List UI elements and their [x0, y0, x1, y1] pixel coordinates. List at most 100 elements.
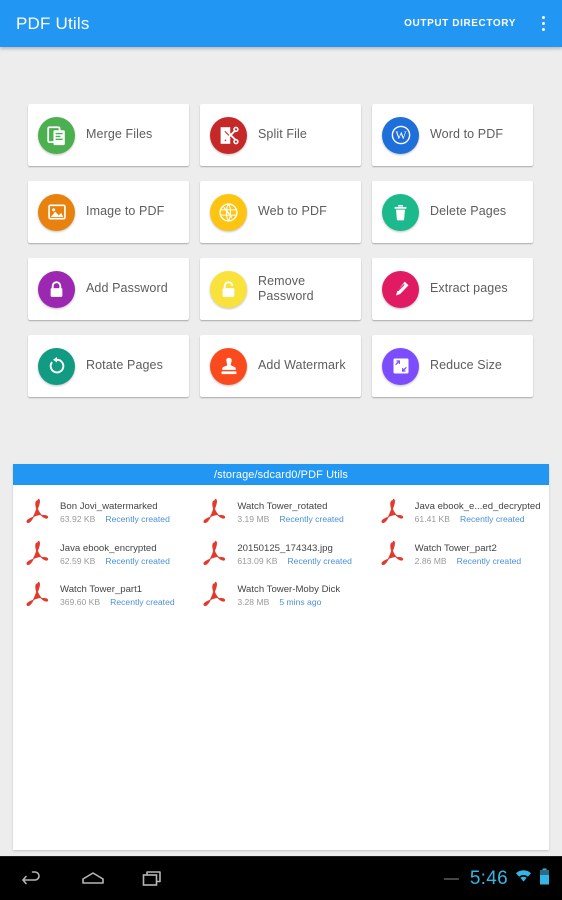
file-subline: 613.09 KB Recently created — [237, 556, 352, 568]
file-timestamp: Recently created — [287, 555, 352, 566]
wifi-icon — [515, 869, 532, 888]
file-details: Java ebook_e...ed_decrypted 61.41 KB Recen… — [415, 496, 541, 526]
tool-card-label: Delete Pages — [430, 204, 507, 219]
file-size: 61.41 KB — [414, 514, 451, 524]
file-name: Java ebook_encrypted — [60, 542, 157, 554]
pdf-file-icon — [25, 497, 51, 524]
file-list-item[interactable]: Bon Jovi_watermarked 63.92 KB Recently cre… — [15, 491, 192, 531]
file-name: Java ebook_e...ed_decrypted — [414, 501, 541, 512]
pdf-file-icon — [202, 580, 228, 607]
recent-apps-icon[interactable] — [138, 865, 168, 893]
file-list-item[interactable]: 20150125_174343.jpg 613.09 KB Recently cre… — [192, 533, 369, 573]
file-size: 613.09 KB — [237, 555, 278, 566]
notification-dash: — — [443, 870, 459, 887]
file-list: Bon Jovi_watermarked 63.92 KB Recently cre… — [13, 485, 549, 614]
file-subline: 2.86 MB Recently created — [415, 556, 522, 568]
file-name: Bon Jovi_watermarked — [60, 501, 158, 512]
tool-card-remove-password[interactable]: Remove Password — [200, 258, 361, 320]
file-size: 3.19 MB — [237, 514, 270, 524]
file-timestamp: Recently created — [110, 597, 175, 608]
file-subline: 62.59 KB Recently created — [60, 556, 170, 568]
tool-card-extract-pages[interactable]: Extract pages — [372, 258, 533, 320]
file-size: 2.86 MB — [414, 555, 447, 566]
file-size: 369.60 KB — [60, 597, 101, 608]
file-list-item[interactable]: Java ebook_encrypted 62.59 KB Recently cre… — [15, 533, 192, 573]
file-size: 3.28 MB — [237, 597, 270, 608]
tool-card-rotate-pages[interactable]: Rotate Pages — [28, 335, 189, 397]
rotate-pages-icon — [38, 347, 75, 385]
file-timestamp: Recently created — [105, 514, 170, 524]
file-list-item[interactable]: Watch Tower_part2 2.86 MB Recently created — [370, 533, 547, 573]
merge-files-icon — [38, 116, 75, 154]
image-to-pdf-icon — [38, 193, 75, 231]
file-details: Watch Tower-Moby Dick 3.28 MB 5 mins ago — [237, 579, 340, 609]
file-details: Java ebook_encrypted 62.59 KB Recently cre… — [60, 538, 170, 568]
tool-card-label: Rotate Pages — [86, 358, 163, 373]
file-name: Watch Tower_part1 — [60, 584, 143, 596]
file-details: Watch Tower_part1 369.60 KB Recently creat… — [60, 579, 175, 609]
pdf-file-icon — [202, 497, 228, 524]
pdf-file-icon — [25, 539, 51, 566]
file-timestamp: Recently created — [460, 514, 525, 524]
dot — [541, 16, 545, 19]
file-list-item[interactable]: Watch Tower-Moby Dick 3.28 MB 5 mins ago — [192, 574, 369, 614]
extract-pages-icon — [382, 270, 419, 308]
file-timestamp: Recently created — [456, 555, 522, 566]
status-clock: 5:46 — [469, 867, 508, 889]
nav-buttons — [18, 865, 444, 893]
tool-card-label: Remove Password — [258, 273, 314, 303]
dot — [541, 22, 545, 25]
reduce-size-icon — [382, 347, 419, 385]
file-timestamp: Recently created — [105, 555, 170, 566]
file-size: 62.59 KB — [60, 555, 96, 566]
tool-card-merge-files[interactable]: Merge Files — [28, 104, 189, 166]
tool-card-web-to-pdf[interactable]: Web to PDF — [200, 181, 361, 243]
file-list-item[interactable]: Watch Tower_rotated 3.19 MB Recently creat… — [192, 491, 369, 531]
tool-card-image-to-pdf[interactable]: Image to PDF — [28, 181, 189, 243]
remove-password-icon — [210, 270, 247, 308]
web-to-pdf-icon — [210, 193, 247, 231]
file-size: 63.92 KB — [60, 514, 96, 524]
status-icons: — 5:46 — [444, 868, 550, 890]
pdf-file-icon — [202, 539, 228, 566]
tool-grid: Merge Files Split File W Word to PDF Image t… — [28, 104, 536, 397]
file-details: Bon Jovi_watermarked 63.92 KB Recently cre… — [60, 496, 170, 526]
tool-card-label: Add Watermark — [258, 358, 346, 373]
tool-card-label: Word to PDF — [430, 127, 504, 142]
file-list-item[interactable]: Java ebook_e...ed_decrypted 61.41 KB Recen… — [370, 491, 547, 531]
more-vert-icon[interactable] — [530, 4, 556, 44]
back-arrow-icon[interactable] — [18, 865, 48, 893]
delete-pages-icon — [382, 193, 419, 231]
output-directory-button[interactable]: OUTPUT DIRECTORY — [404, 18, 516, 29]
output-path-header: /storage/sdcard0/PDF Utils — [13, 464, 549, 485]
pdf-file-icon — [25, 580, 51, 607]
file-name: 20150125_174343.jpg — [237, 542, 333, 554]
file-details: Watch Tower_part2 2.86 MB Recently created — [415, 538, 522, 568]
tool-card-word-to-pdf[interactable]: W Word to PDF — [372, 104, 533, 166]
page-title: PDF Utils — [16, 13, 90, 33]
tool-card-label: Add Password — [86, 281, 168, 296]
app-bar: PDF Utils OUTPUT DIRECTORY — [0, 0, 562, 47]
tool-card-delete-pages[interactable]: Delete Pages — [372, 181, 533, 243]
file-subline: 369.60 KB Recently created — [60, 597, 175, 609]
file-name: Watch Tower_part2 — [414, 542, 497, 554]
pdf-file-icon — [380, 497, 406, 524]
tool-card-reduce-size[interactable]: Reduce Size — [372, 335, 533, 397]
file-subline: 3.28 MB 5 mins ago — [237, 597, 340, 609]
tool-card-label: Image to PDF — [86, 204, 165, 219]
file-details: Watch Tower_rotated 3.19 MB Recently creat… — [237, 496, 344, 526]
split-file-icon — [210, 116, 247, 154]
tool-card-add-watermark[interactable]: Add Watermark — [200, 335, 361, 397]
tool-card-split-file[interactable]: Split File — [200, 104, 361, 166]
tool-card-add-password[interactable]: Add Password — [28, 258, 189, 320]
file-timestamp: 5 mins ago — [279, 597, 322, 608]
system-navigation-bar: — 5:46 — [0, 856, 562, 900]
word-to-pdf-icon: W — [382, 116, 419, 154]
file-list-item[interactable]: Watch Tower_part1 369.60 KB Recently creat… — [15, 574, 192, 614]
battery-icon — [539, 868, 550, 890]
tool-card-label: Split File — [258, 127, 307, 142]
svg-text:W: W — [395, 128, 407, 142]
tool-card-label: Web to PDF — [258, 204, 327, 219]
dot — [541, 28, 545, 31]
home-icon[interactable] — [78, 865, 108, 893]
